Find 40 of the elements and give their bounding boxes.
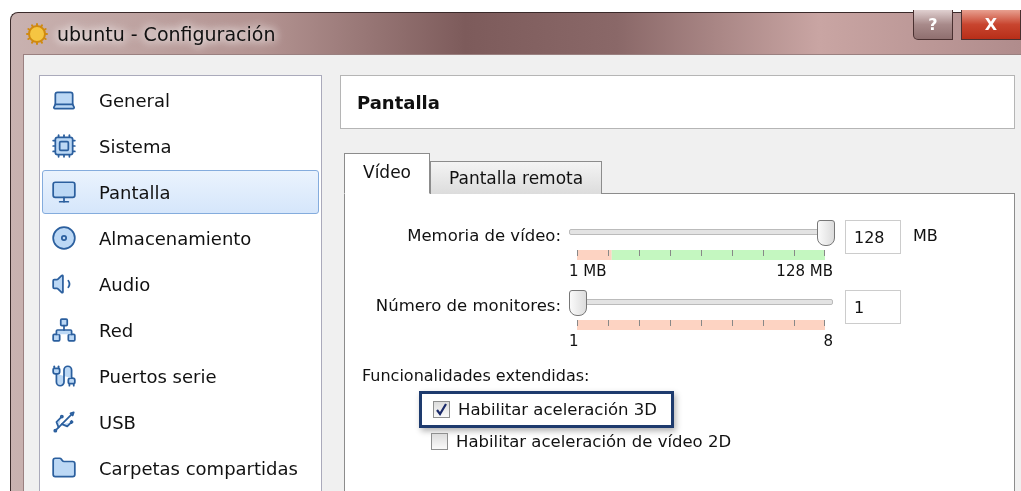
checkbox[interactable]: [433, 401, 450, 418]
scale-min-label: 1: [569, 332, 579, 350]
checkbox-label[interactable]: Habilitar aceleración 3D: [458, 400, 657, 419]
slider-thumb[interactable]: [569, 290, 587, 316]
scale-max-label: 8: [823, 332, 833, 350]
slider-label: Memoria de vídeo:: [406, 225, 562, 245]
sidebar-item[interactable]: Pantalla: [42, 170, 319, 214]
value-field[interactable]: 1: [845, 290, 901, 324]
slider-track[interactable]: [569, 290, 833, 314]
cable-icon: [51, 363, 77, 389]
sidebar-item[interactable]: General: [42, 78, 319, 122]
slider-label: Número de monitores:: [374, 295, 562, 315]
sidebar-item[interactable]: Red: [42, 308, 319, 352]
folder-icon: [51, 455, 77, 481]
scale-max-label: 128 MB: [776, 262, 833, 280]
slider-thumb[interactable]: [817, 220, 835, 246]
checkbox-option[interactable]: Habilitar aceleración de vídeo 2D: [431, 428, 732, 455]
scale-min-label: 1 MB: [569, 262, 607, 280]
slider-track[interactable]: [569, 220, 833, 244]
tab[interactable]: Pantalla remota: [430, 161, 603, 194]
section-title: Pantalla: [357, 91, 440, 113]
checkbox[interactable]: [431, 433, 448, 450]
sidebar-item[interactable]: Puertos serie: [42, 354, 319, 398]
sidebar-item[interactable]: Almacenamiento: [42, 216, 319, 260]
monitor-icon: [51, 179, 77, 205]
sidebar-item[interactable]: Audio: [42, 262, 319, 306]
close-button[interactable]: X: [961, 9, 1021, 40]
value-field[interactable]: 128: [845, 220, 901, 254]
network-icon: [51, 317, 77, 343]
tab[interactable]: Vídeo: [344, 153, 430, 194]
usb-icon: [51, 409, 77, 435]
sidebar-item[interactable]: USB: [42, 400, 319, 444]
chip-icon: [51, 133, 77, 159]
checkbox-label[interactable]: Habilitar aceleración de vídeo 2D: [456, 432, 732, 451]
sidebar-item[interactable]: Sistema: [42, 124, 319, 168]
window-title: ubuntu - Configuración: [57, 22, 276, 45]
unit-label: MB: [912, 225, 939, 245]
disc-icon: [51, 225, 77, 251]
features-label: Funcionalidades extendidas:: [362, 366, 591, 385]
sidebar-item[interactable]: Carpetas compartidas: [42, 446, 319, 490]
